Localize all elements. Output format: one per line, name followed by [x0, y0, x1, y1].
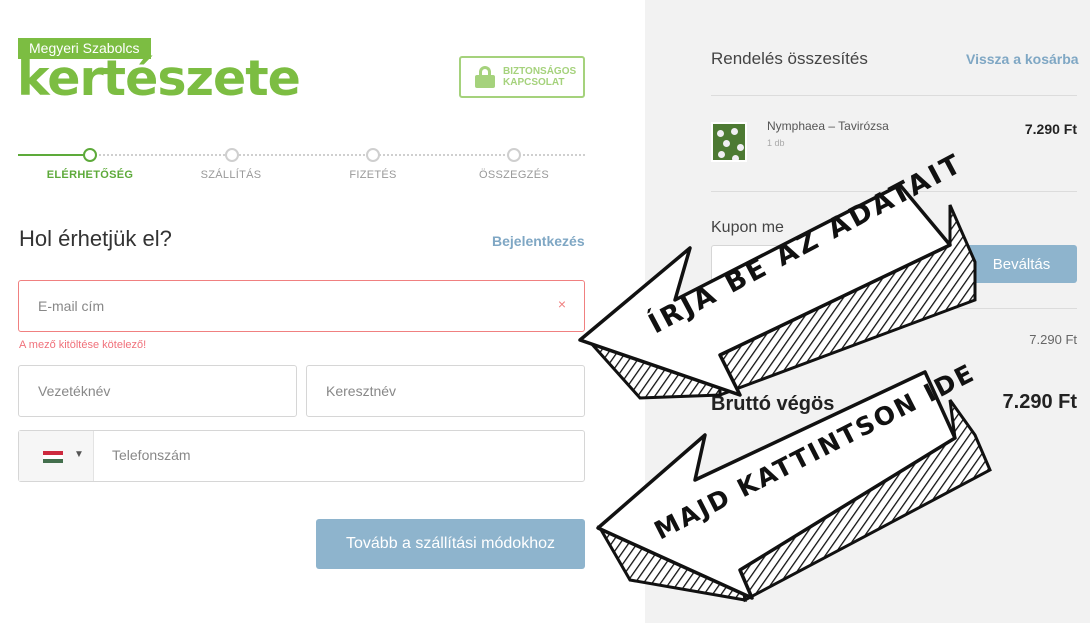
total-label: Bruttó végös — [711, 393, 835, 415]
phone-placeholder: Telefonszám — [112, 447, 191, 463]
clear-icon[interactable]: × — [558, 296, 566, 312]
product-price: 7.290 Ft — [1024, 121, 1077, 137]
step-dot-payment — [366, 148, 380, 162]
chevron-down-icon: ▼ — [74, 449, 84, 460]
firstname-field[interactable]: Keresztnév — [306, 365, 585, 417]
subtotal-label: ege — [711, 332, 733, 347]
email-error-message: A mező kitöltése kötelező! — [19, 339, 147, 351]
steps-track — [18, 154, 585, 156]
product-quantity: 1 db — [767, 138, 785, 148]
coupon-label: Kupon me — [711, 219, 784, 236]
divider — [711, 308, 1077, 309]
firstname-placeholder: Keresztnév — [326, 383, 397, 399]
step-label-summary: ÖSSZEGZÉS — [479, 169, 549, 181]
subtotal-value: 7.290 Ft — [1029, 332, 1077, 347]
country-code-select[interactable]: ▼ — [19, 431, 94, 481]
divider — [711, 95, 1077, 96]
steps-progress — [18, 154, 84, 156]
email-field[interactable]: E-mail cím × — [18, 280, 585, 332]
product-name: Nymphaea – Tavirózsa — [767, 119, 889, 133]
step-dot-shipping — [225, 148, 239, 162]
step-dot-summary — [507, 148, 521, 162]
step-label-payment: FIZETÉS — [349, 169, 397, 181]
redeem-coupon-button[interactable]: Beváltás — [966, 245, 1077, 283]
form-heading: Hol érhetjük el? — [19, 226, 172, 251]
divider — [711, 191, 1077, 192]
lock-icon — [475, 66, 495, 88]
brand-logo[interactable]: kertészete — [17, 50, 301, 107]
email-placeholder: E-mail cím — [38, 298, 105, 314]
secure-connection-badge: BIZTONSÁGOS KAPCSOLAT — [459, 56, 585, 98]
back-to-cart-link[interactable]: Vissza a kosárba — [966, 51, 1079, 67]
product-thumbnail — [711, 122, 747, 162]
total-value: 7.290 Ft — [1002, 391, 1077, 413]
coupon-input[interactable] — [711, 245, 971, 283]
checkout-form-pane: Megyeri Szabolcs kertészete BIZTONSÁGOS … — [0, 0, 645, 623]
login-link[interactable]: Bejelentkezés — [492, 233, 585, 249]
secure-badge-line1: BIZTONSÁGOS — [503, 66, 577, 77]
phone-field[interactable]: ▼ Telefonszám — [18, 430, 585, 482]
summary-title: Rendelés összesítés — [711, 49, 868, 68]
secure-badge-line2: KAPCSOLAT — [503, 77, 565, 88]
lastname-placeholder: Vezetéknév — [38, 383, 111, 399]
step-label-shipping: SZÁLLÍTÁS — [200, 169, 262, 181]
step-dot-contact — [83, 148, 97, 162]
step-label-contact[interactable]: ELÉRHETŐSÉG — [20, 169, 160, 181]
order-summary-pane — [645, 0, 1090, 623]
continue-to-shipping-button[interactable]: Tovább a szállítási módokhoz — [316, 519, 585, 569]
hungary-flag-icon — [43, 451, 63, 463]
lastname-field[interactable]: Vezetéknév — [18, 365, 297, 417]
